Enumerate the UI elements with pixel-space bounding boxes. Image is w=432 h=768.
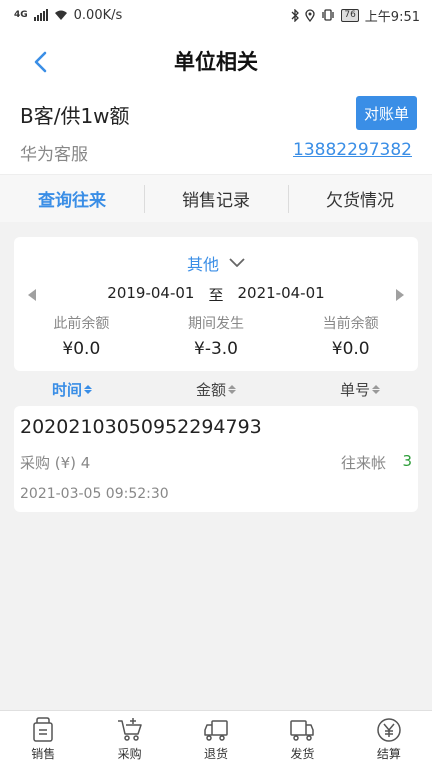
list-item[interactable]: 20202103050952294793 采购 (¥) 4 往来帐 3 2021… xyxy=(14,406,418,512)
return-truck-icon xyxy=(203,717,229,743)
tab-sales-records[interactable]: 销售记录 xyxy=(144,175,288,222)
tab-backorders[interactable]: 欠货情况 xyxy=(288,175,432,222)
stat-value: ¥0.0 xyxy=(62,339,101,359)
sort-label: 单号 xyxy=(339,380,370,399)
vibrate-icon xyxy=(322,9,334,21)
purchase-cart-icon xyxy=(117,717,143,743)
stat-period-amount: 期间发生 ¥-3.0 xyxy=(149,313,284,359)
unit-name: B客/供1w额 xyxy=(20,104,130,128)
signal-icon xyxy=(33,9,48,21)
record-type: 采购 (¥) 4 xyxy=(20,454,91,472)
network-speed: 0.00K/s xyxy=(73,7,123,23)
phone-link[interactable]: 13882297382 xyxy=(293,140,412,160)
bottom-nav: 销售 采购 退货 发货 结算 xyxy=(0,710,432,768)
nav-bar: 单位相关 xyxy=(0,30,432,94)
bottom-nav-sales[interactable]: 销售 xyxy=(0,711,86,768)
status-right: 76 上午9:51 xyxy=(291,6,420,25)
bottom-nav-return[interactable]: 退货 xyxy=(173,711,259,768)
start-date[interactable]: 2019-04-01 xyxy=(107,284,194,305)
stat-previous-balance: 此前余额 ¥0.0 xyxy=(14,313,149,359)
sort-arrows-icon xyxy=(228,384,236,394)
back-button[interactable] xyxy=(22,44,58,80)
tab-bar: 查询往来 销售记录 欠货情况 xyxy=(0,174,432,222)
stat-label: 期间发生 xyxy=(188,316,244,332)
sort-by-time[interactable]: 时间 xyxy=(0,372,144,406)
network-type: 4G xyxy=(14,10,28,20)
stat-label: 当前余额 xyxy=(322,316,379,332)
sort-bar: 时间 金额 单号 xyxy=(0,372,432,406)
sort-label: 时间 xyxy=(51,380,82,399)
chevron-left-icon xyxy=(34,51,47,73)
record-number: 20202103050952294793 xyxy=(20,416,262,438)
period-dropdown[interactable]: 其他 xyxy=(14,251,418,275)
unit-contact-name: 华为客服 xyxy=(20,145,88,165)
bottom-nav-label: 退货 xyxy=(204,747,229,761)
stat-current-balance: 当前余额 ¥0.0 xyxy=(283,313,418,359)
record-count: 3 xyxy=(402,452,412,470)
date-separator: 至 xyxy=(208,286,224,304)
date-range-text: 2019-04-01 至 2021-04-01 xyxy=(14,284,418,305)
delivery-truck-icon xyxy=(289,717,315,743)
settlement-yen-icon xyxy=(376,717,402,743)
location-icon xyxy=(305,8,315,22)
stat-label: 此前余额 xyxy=(53,316,110,332)
wifi-icon xyxy=(54,10,67,20)
battery-icon: 76 xyxy=(341,8,359,22)
statement-button[interactable]: 对账单 xyxy=(356,96,417,130)
bottom-nav-label: 发货 xyxy=(290,747,315,761)
period-label: 其他 xyxy=(186,255,219,274)
stat-value: ¥-3.0 xyxy=(194,339,238,359)
page-title: 单位相关 xyxy=(174,50,258,74)
record-kind: 往来帐 xyxy=(340,454,386,472)
bottom-nav-settlement[interactable]: 结算 xyxy=(346,711,432,768)
status-bar: 4G 0.00K/s 76 上午9:51 xyxy=(0,0,432,30)
bottom-nav-label: 采购 xyxy=(117,747,142,761)
tab-query-transactions[interactable]: 查询往来 xyxy=(0,175,144,222)
end-date[interactable]: 2021-04-01 xyxy=(238,284,325,305)
record-time: 2021-03-05 09:52:30 xyxy=(20,486,169,502)
unit-header: B客/供1w额 对账单 华为客服 13882297382 xyxy=(0,94,432,174)
next-period-arrow[interactable] xyxy=(396,289,404,301)
date-range: 2019-04-01 至 2021-04-01 xyxy=(14,284,418,306)
bottom-nav-label: 结算 xyxy=(376,747,401,761)
bluetooth-icon xyxy=(291,8,300,22)
bottom-nav-label: 销售 xyxy=(31,747,56,761)
summary-card: 其他 2019-04-01 至 2021-04-01 此前余额 ¥0.0 期间发… xyxy=(14,237,418,371)
sort-by-number[interactable]: 单号 xyxy=(288,372,432,406)
clock: 上午9:51 xyxy=(364,9,420,25)
chevron-down-icon xyxy=(229,258,245,267)
stat-value: ¥0.0 xyxy=(331,339,370,359)
bottom-nav-purchase[interactable]: 采购 xyxy=(86,711,172,768)
sort-arrows-icon xyxy=(372,384,380,394)
sort-arrows-icon xyxy=(84,384,92,394)
status-left: 4G 0.00K/s xyxy=(14,8,122,23)
balance-stats: 此前余额 ¥0.0 期间发生 ¥-3.0 当前余额 ¥0.0 xyxy=(14,313,418,359)
sort-by-amount[interactable]: 金额 xyxy=(144,372,288,406)
sales-icon xyxy=(30,717,56,743)
sort-label: 金额 xyxy=(195,380,226,399)
bottom-nav-delivery[interactable]: 发货 xyxy=(259,711,345,768)
